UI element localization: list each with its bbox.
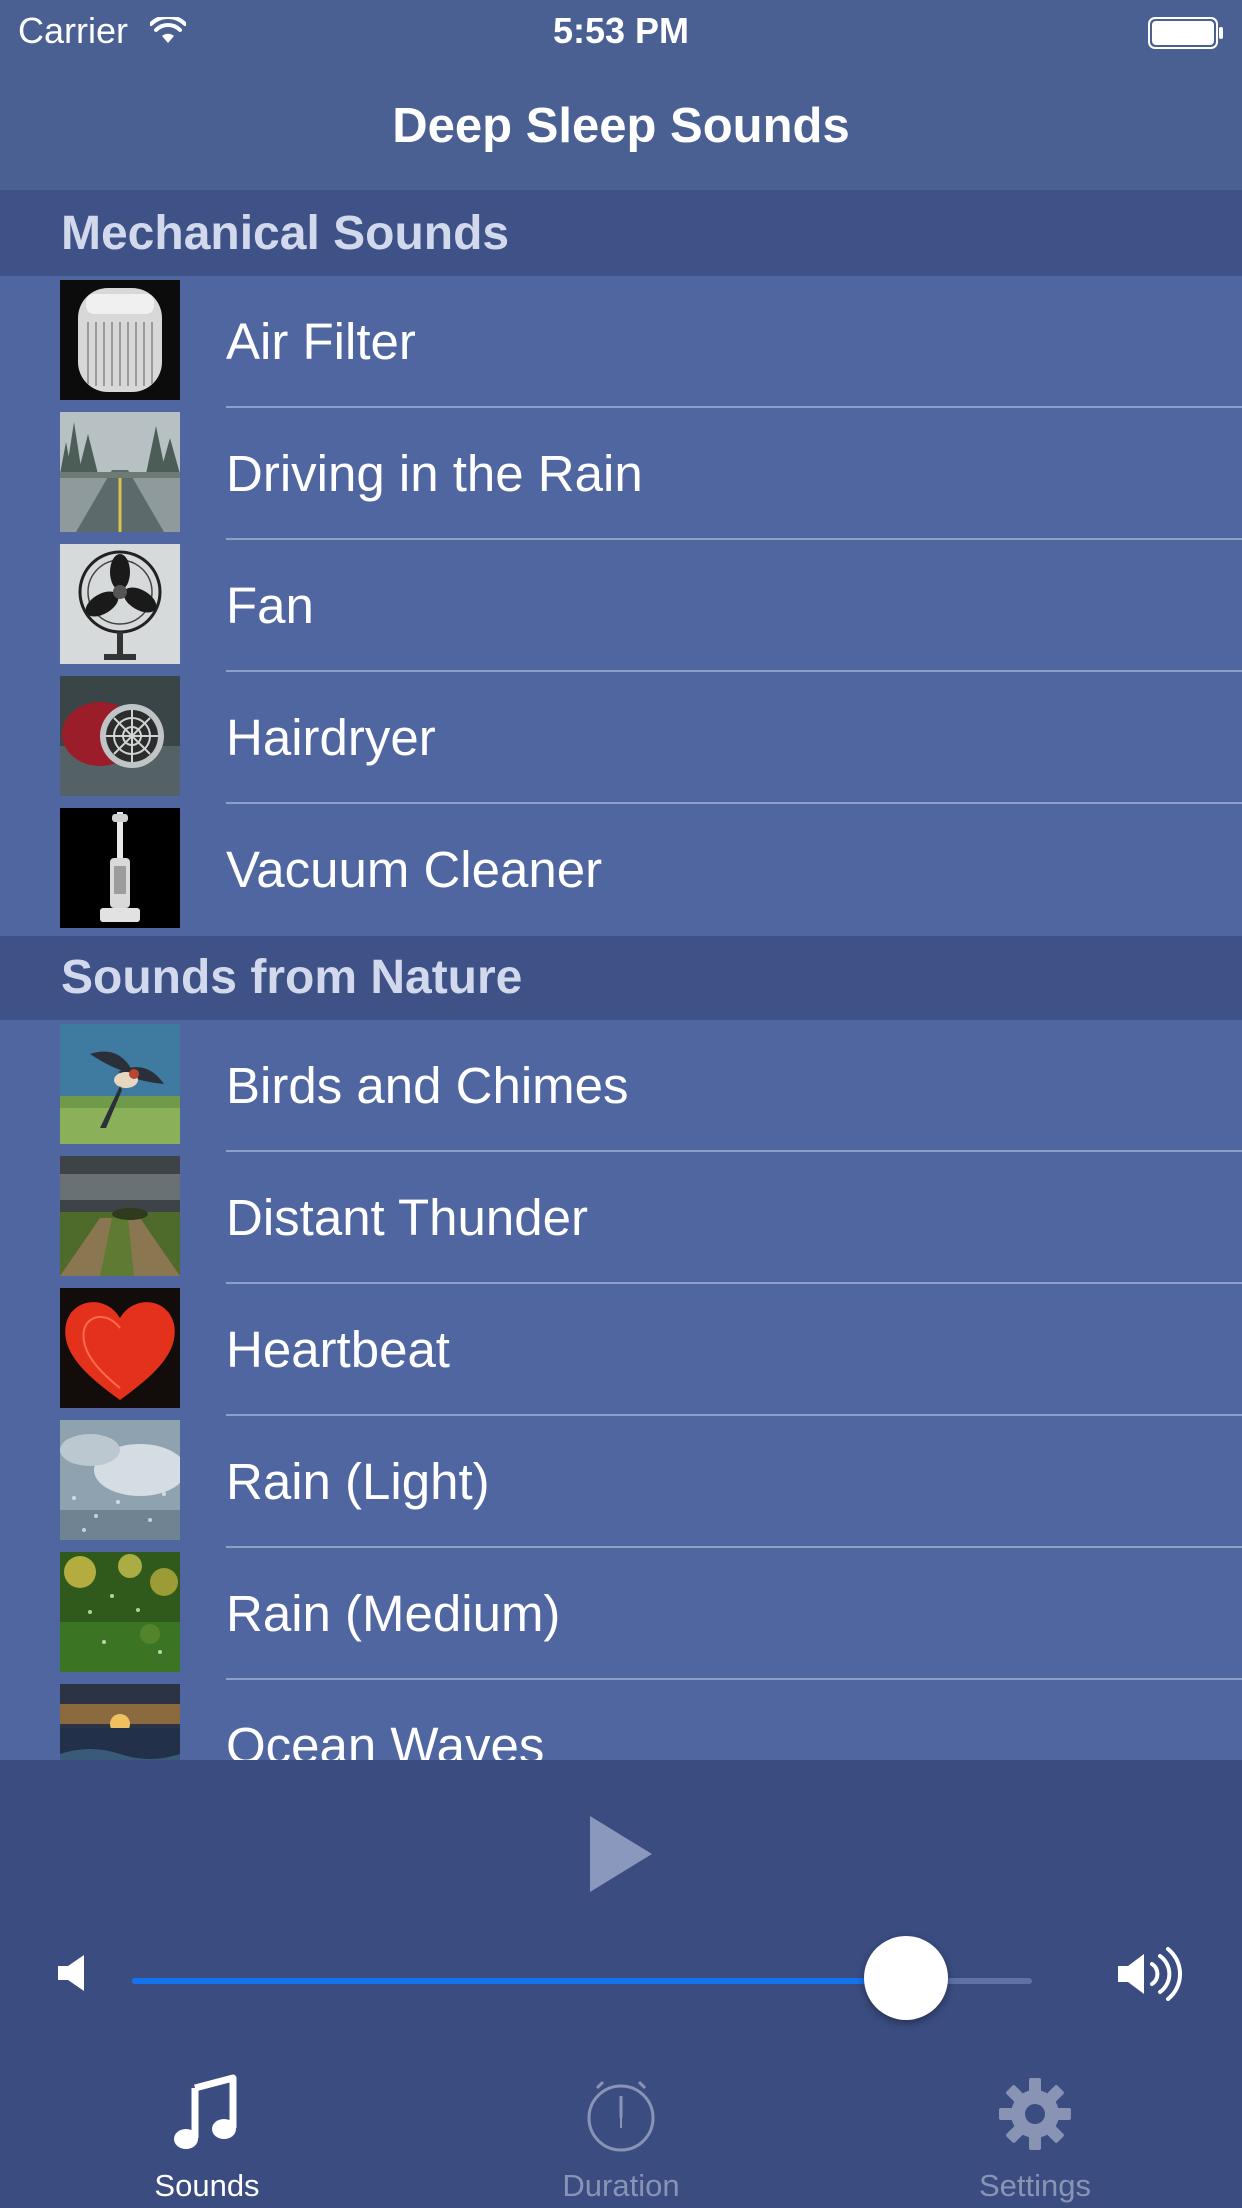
tab-sounds[interactable]: Sounds	[0, 2030, 414, 2208]
play-icon	[590, 1816, 652, 1892]
volume-slider-thumb[interactable]	[864, 1936, 948, 2020]
player-panel	[0, 1760, 1242, 2030]
sound-list[interactable]: Mechanical Sounds Air Filter Driving in …	[0, 192, 1242, 1760]
air-filter-thumbnail	[60, 280, 180, 400]
list-item[interactable]: Driving in the Rain	[0, 408, 1242, 540]
play-button[interactable]	[586, 1814, 656, 1894]
list-item-label: Birds and Chimes	[226, 1057, 629, 1114]
list-item-label: Distant Thunder	[226, 1189, 588, 1246]
vacuum-thumbnail	[60, 808, 180, 928]
rain-light-thumbnail	[60, 1420, 180, 1540]
list-item[interactable]: Hairdryer	[0, 672, 1242, 804]
list-item[interactable]: Ocean Waves	[0, 1680, 1242, 1760]
hairdryer-thumbnail	[60, 676, 180, 796]
status-time: 5:53 PM	[552, 10, 690, 51]
tab-label: Sounds	[154, 2168, 260, 2203]
list-item[interactable]: Distant Thunder	[0, 1152, 1242, 1284]
list-item[interactable]: Air Filter	[0, 276, 1242, 408]
heart-thumbnail	[60, 1288, 180, 1408]
tab-duration[interactable]: Duration	[414, 2030, 828, 2208]
list-item-label: Air Filter	[226, 313, 416, 370]
list-item[interactable]: Heartbeat	[0, 1284, 1242, 1416]
page-title: Deep Sleep Sounds	[392, 99, 850, 153]
fan-thumbnail	[60, 544, 180, 664]
road-rain-thumbnail	[60, 412, 180, 532]
section-header-mechanical: Mechanical Sounds	[0, 192, 1242, 276]
music-note-icon	[167, 2074, 247, 2154]
gear-icon	[995, 2074, 1075, 2154]
stopwatch-icon	[581, 2074, 661, 2154]
list-item-label: Vacuum Cleaner	[226, 841, 603, 898]
volume-low-icon	[58, 1953, 90, 1998]
thunder-thumbnail	[60, 1156, 180, 1276]
battery-icon	[1148, 16, 1224, 58]
list-item-label: Hairdryer	[226, 709, 436, 766]
volume-slider-fill	[132, 1978, 906, 1984]
tab-settings[interactable]: Settings	[828, 2030, 1242, 2208]
list-item-label: Fan	[226, 577, 314, 634]
list-item[interactable]: Rain (Medium)	[0, 1548, 1242, 1680]
navigation-bar: Deep Sleep Sounds	[0, 62, 1242, 192]
tab-label: Duration	[562, 2168, 680, 2203]
list-item[interactable]: Fan	[0, 540, 1242, 672]
list-item-label: Rain (Light)	[226, 1453, 490, 1510]
list-item-label: Driving in the Rain	[226, 445, 643, 502]
list-item[interactable]: Vacuum Cleaner	[0, 804, 1242, 936]
list-item[interactable]: Birds and Chimes	[0, 1020, 1242, 1152]
rain-medium-thumbnail	[60, 1552, 180, 1672]
list-item-label: Rain (Medium)	[226, 1585, 561, 1642]
status-bar: Carrier 5:53 PM	[0, 0, 1242, 62]
section-header-nature: Sounds from Nature	[0, 936, 1242, 1020]
volume-high-icon	[1118, 1946, 1182, 2007]
tab-bar: Sounds Duration Settings	[0, 2030, 1242, 2208]
ocean-thumbnail	[60, 1684, 180, 1760]
list-item-label: Heartbeat	[226, 1321, 450, 1378]
list-item[interactable]: Rain (Light)	[0, 1416, 1242, 1548]
bird-thumbnail	[60, 1024, 180, 1144]
list-item-label: Ocean Waves	[226, 1717, 545, 1760]
tab-label: Settings	[978, 2168, 1091, 2203]
